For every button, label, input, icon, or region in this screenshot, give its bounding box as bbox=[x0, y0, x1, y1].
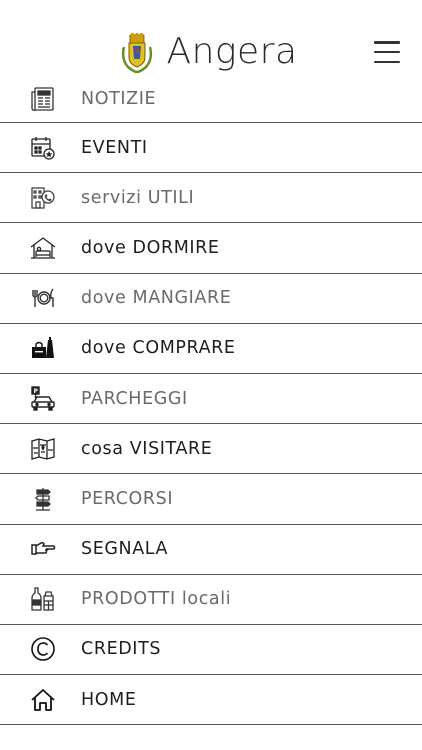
menu-item-label: dove DORMIRE bbox=[81, 237, 220, 258]
menu-item-label: dove MANGIARE bbox=[81, 288, 232, 309]
parking-car-icon: P bbox=[30, 385, 56, 412]
pointing-hand-icon bbox=[30, 536, 56, 562]
map-icon bbox=[30, 436, 56, 462]
menu-item-prodotti-locali[interactable]: PRODOTTI locali bbox=[0, 575, 422, 625]
copyright-icon bbox=[30, 636, 56, 662]
building-phone-icon bbox=[30, 185, 56, 211]
main-menu: NOTIZIE EVENTI servizi UTILI dove DORMIR… bbox=[0, 76, 422, 726]
brand: Angera bbox=[120, 31, 297, 73]
newspaper-icon bbox=[30, 86, 56, 112]
menu-item-dove-comprare[interactable]: dove COMPRARE bbox=[0, 324, 422, 374]
menu-item-label: CREDITS bbox=[81, 639, 162, 660]
menu-item-cosa-visitare[interactable]: cosa VISITARE bbox=[0, 424, 422, 475]
home-icon bbox=[30, 687, 56, 713]
menu-item-credits[interactable]: CREDITS bbox=[0, 625, 422, 676]
menu-item-dove-dormire[interactable]: dove DORMIRE bbox=[0, 223, 422, 274]
menu-item-dove-mangiare[interactable]: dove MANGIARE bbox=[0, 274, 422, 324]
menu-item-label: servizi UTILI bbox=[81, 187, 195, 208]
menu-item-notizie[interactable]: NOTIZIE bbox=[0, 76, 422, 123]
angera-crest-icon bbox=[122, 33, 153, 73]
menu-item-segnala[interactable]: SEGNALA bbox=[0, 525, 422, 575]
menu-item-label: PRODOTTI locali bbox=[81, 589, 232, 610]
menu-item-eventi[interactable]: EVENTI bbox=[0, 123, 422, 174]
bed-house-icon bbox=[30, 235, 56, 261]
app-title: Angera bbox=[166, 31, 298, 72]
menu-item-percorsi[interactable]: PERCORSI bbox=[0, 474, 422, 525]
hamburger-menu-icon[interactable] bbox=[374, 41, 400, 63]
fork-plate-knife-icon bbox=[30, 285, 56, 311]
svg-text:P: P bbox=[34, 387, 39, 394]
menu-item-label: EVENTI bbox=[81, 137, 148, 158]
calendar-icon bbox=[30, 135, 56, 161]
menu-item-parcheggi[interactable]: P PARCHEGGI bbox=[0, 374, 422, 425]
menu-item-label: HOME bbox=[81, 689, 137, 710]
menu-item-home[interactable]: HOME bbox=[0, 675, 422, 726]
shopping-icon bbox=[30, 335, 56, 361]
menu-item-label: dove COMPRARE bbox=[81, 338, 236, 359]
menu-item-label: PARCHEGGI bbox=[81, 388, 188, 409]
menu-item-servizi-utili[interactable]: servizi UTILI bbox=[0, 173, 422, 224]
signpost-icon bbox=[30, 486, 56, 512]
menu-item-label: NOTIZIE bbox=[81, 89, 157, 109]
menu-item-label: PERCORSI bbox=[81, 488, 174, 509]
menu-item-label: SEGNALA bbox=[81, 539, 169, 560]
menu-item-label: cosa VISITARE bbox=[81, 438, 213, 459]
bottles-icon bbox=[30, 586, 56, 612]
